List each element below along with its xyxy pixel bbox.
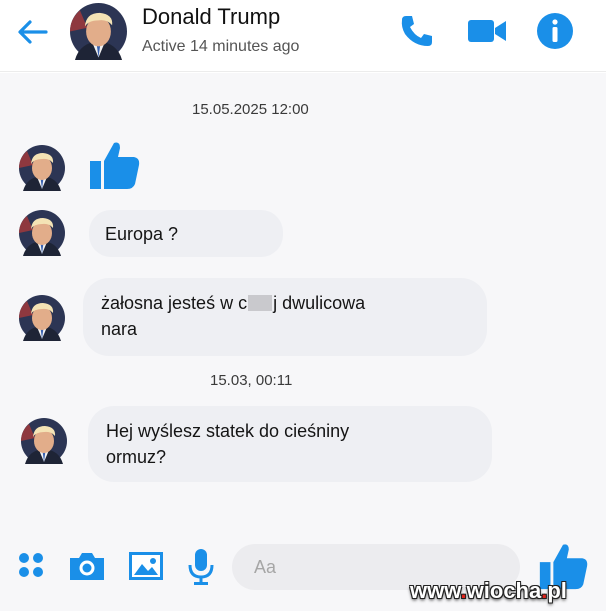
contact-avatar[interactable] bbox=[70, 3, 127, 60]
contact-status: Active 14 minutes ago bbox=[142, 38, 300, 55]
back-arrow-icon[interactable] bbox=[14, 14, 50, 50]
sender-avatar bbox=[19, 210, 65, 256]
sender-avatar bbox=[19, 295, 65, 341]
phone-icon[interactable] bbox=[398, 12, 436, 50]
thumbs-up-icon bbox=[86, 137, 142, 193]
chat-header: Donald Trump Active 14 minutes ago bbox=[0, 0, 606, 72]
message-bubble[interactable]: żałosna jesteś w c j dwulicowa nara bbox=[83, 278, 487, 356]
message-text-part: żałosna jesteś w c bbox=[101, 293, 248, 313]
message-bubble[interactable]: Europa ? bbox=[89, 210, 283, 257]
message-text: Europa ? bbox=[105, 224, 179, 244]
sender-avatar bbox=[21, 418, 67, 464]
camera-icon[interactable] bbox=[67, 549, 107, 583]
message-text-line: ormuz? bbox=[106, 447, 167, 467]
message-text-line: nara bbox=[101, 319, 138, 339]
watermark-text: pl bbox=[547, 578, 567, 603]
message-text-part: j dwulicowa bbox=[273, 293, 366, 313]
message-timestamp: 15.03, 00:11 bbox=[210, 372, 293, 389]
sender-avatar bbox=[19, 145, 65, 191]
contact-name[interactable]: Donald Trump bbox=[142, 4, 280, 30]
watermark: www.wiocha.pl bbox=[410, 578, 567, 604]
message-text-line: Hej wyślesz statek do cieśniny bbox=[106, 421, 350, 441]
info-icon[interactable] bbox=[535, 11, 575, 51]
message-bubble[interactable]: Hej wyślesz statek do cieśniny ormuz? bbox=[88, 406, 492, 482]
watermark-text: wiocha bbox=[466, 578, 542, 603]
image-icon[interactable] bbox=[126, 549, 166, 583]
microphone-icon[interactable] bbox=[186, 547, 216, 587]
video-camera-icon[interactable] bbox=[466, 12, 508, 50]
censored-text bbox=[248, 295, 273, 311]
message-thread[interactable]: 15.05.2025 12:00 Europa ? żałosna jesteś… bbox=[0, 73, 606, 536]
message-timestamp: 15.05.2025 12:00 bbox=[192, 101, 309, 118]
four-dots-icon[interactable] bbox=[17, 551, 45, 579]
watermark-text: www bbox=[410, 578, 461, 603]
